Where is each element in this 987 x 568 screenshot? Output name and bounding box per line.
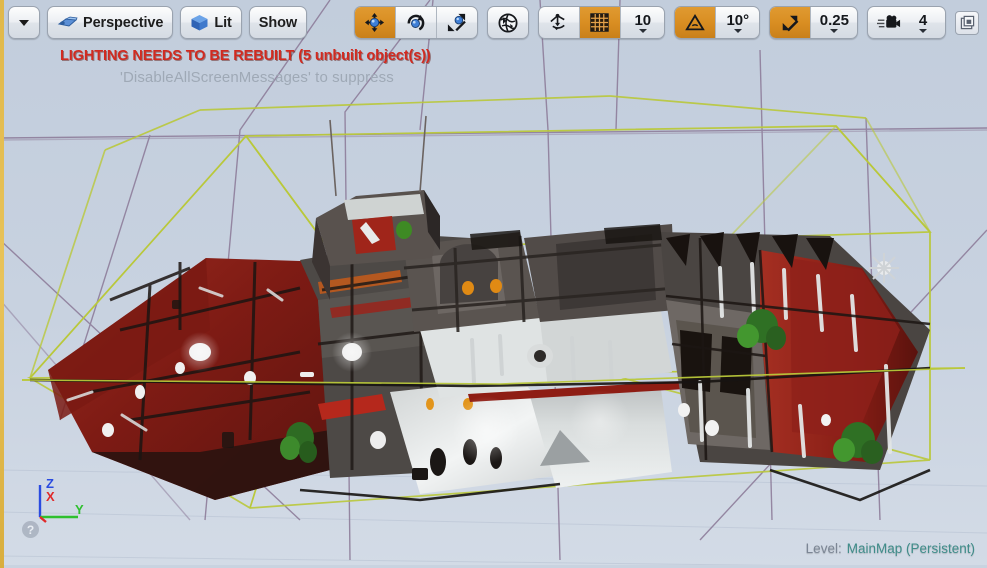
scale-size-value: 0.25	[819, 12, 849, 29]
rotate-icon	[407, 14, 425, 31]
help-icon-label: ?	[26, 522, 35, 537]
scene-render	[0, 0, 987, 568]
translate-tool-button[interactable]	[354, 7, 395, 38]
angle-snap-group[interactable]: 10°	[673, 6, 760, 39]
show-flags-menu-button[interactable]: Show	[248, 6, 308, 39]
surface-snap-button[interactable]	[539, 7, 579, 38]
angle-snap-toggle[interactable]	[674, 7, 715, 38]
axis-x-label: X	[46, 489, 55, 504]
camera-speed-button[interactable]	[868, 7, 906, 38]
coordinate-system-group[interactable]	[486, 6, 529, 39]
point-light-gizmo	[869, 253, 899, 283]
grid-snap-toggle[interactable]	[578, 7, 620, 38]
building-right-wing	[660, 232, 931, 470]
globe-icon	[498, 12, 518, 33]
transform-tools-group[interactable]	[353, 6, 478, 39]
view-mode-perspective-button[interactable]: Perspective	[47, 6, 174, 39]
view-mode-label: Perspective	[83, 14, 164, 31]
scale-size-dropdown[interactable]: 0.25	[809, 7, 857, 38]
grid-icon	[590, 13, 610, 32]
lit-mode-label: Lit	[214, 14, 232, 31]
grid-size-value: 10	[634, 12, 652, 29]
angle-size-value: 10°	[726, 12, 750, 29]
scale-snap-toggle[interactable]	[769, 7, 810, 38]
camera-speed-group[interactable]: 4	[867, 6, 946, 39]
perspective-camera-icon	[57, 16, 78, 27]
building-center-bay	[390, 224, 702, 494]
show-menu-label: Show	[258, 14, 298, 31]
lit-cube-icon	[191, 14, 208, 30]
viewport-toolbar-right[interactable]: 10 10° 0.25 4	[353, 6, 979, 39]
angle-icon	[685, 13, 705, 30]
scale-snap-arrow-icon	[782, 15, 799, 31]
maximize-viewport-button[interactable]	[955, 10, 979, 35]
level-viewport[interactable]: Perspective Lit Show 10 10° 0.25 4 LIGHT…	[0, 0, 987, 568]
scale-snap-group[interactable]: 0.25	[768, 6, 858, 39]
view-shading-lit-button[interactable]: Lit	[180, 6, 242, 39]
active-viewport-border	[0, 0, 4, 568]
chevron-down-icon	[919, 29, 927, 33]
scale-icon	[448, 13, 467, 32]
angle-size-dropdown[interactable]: 10°	[714, 7, 759, 38]
viewport-toolbar-left[interactable]: Perspective Lit Show	[8, 6, 308, 39]
grid-size-dropdown[interactable]: 10	[619, 7, 664, 38]
grid-snap-group[interactable]: 10	[537, 6, 665, 39]
camera-speed-dropdown[interactable]: 4	[906, 7, 945, 38]
chevron-down-icon	[638, 29, 647, 33]
surface-snap-icon	[550, 13, 566, 31]
camera-speed-value: 4	[918, 12, 928, 29]
camera-speed-icon	[877, 14, 901, 28]
viewport-help-icon[interactable]: ?	[22, 521, 39, 538]
move-arrows-icon	[365, 12, 385, 33]
scale-tool-button[interactable]	[435, 7, 477, 38]
rotate-tool-button[interactable]	[394, 7, 436, 38]
axis-y-label: Y	[75, 502, 84, 517]
chevron-down-icon	[733, 29, 742, 33]
viewport-options-menu-button[interactable]	[8, 6, 40, 39]
viewport-3d-scene[interactable]	[0, 0, 987, 568]
maximize-viewport-icon	[960, 15, 974, 30]
axis-orientation-gizmo: Z X Y	[30, 473, 92, 530]
chevron-down-icon	[830, 29, 839, 33]
world-coordinate-button[interactable]	[488, 7, 528, 38]
chevron-down-icon	[19, 19, 29, 26]
